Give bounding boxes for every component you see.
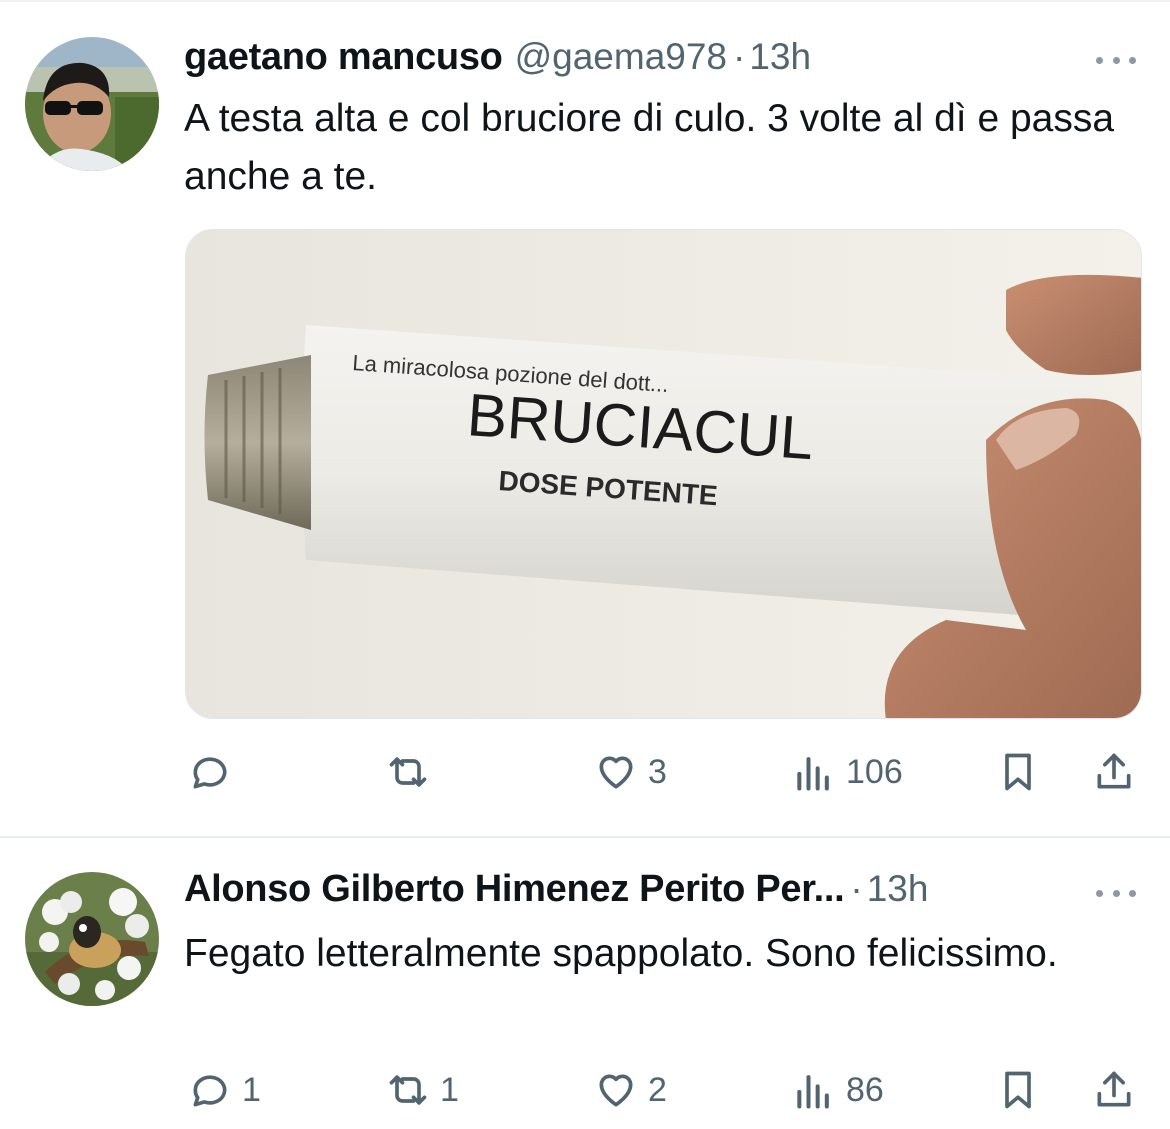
display-name[interactable]: gaetano mancuso — [184, 36, 503, 79]
reply-icon — [193, 757, 227, 789]
tweet-text: Fegato letteralmente spappolato. Sono fe… — [184, 932, 1058, 975]
repost-button[interactable] — [386, 742, 430, 802]
avatar[interactable] — [25, 872, 159, 1006]
tweet-header: Alonso Gilberto Himenez Perito Per... · … — [184, 868, 928, 918]
share-button[interactable] — [1092, 1060, 1136, 1120]
like-button[interactable]: 2 — [594, 1060, 667, 1120]
like-count: 2 — [648, 1070, 667, 1109]
share-icon — [1097, 1071, 1131, 1107]
like-count: 3 — [648, 752, 667, 791]
tweet[interactable]: gaetano mancuso @gaema978 · 13h A testa … — [0, 0, 1170, 836]
reply-button[interactable] — [188, 742, 232, 802]
avatar[interactable] — [25, 37, 159, 171]
reply-icon — [193, 1075, 227, 1107]
views-button[interactable]: 106 — [792, 742, 903, 802]
reply-count: 1 — [242, 1070, 261, 1109]
views-icon — [797, 1075, 829, 1109]
separator-dot: · — [850, 868, 863, 909]
views-icon — [797, 757, 829, 791]
repost-button[interactable]: 1 — [386, 1060, 459, 1120]
more-icon[interactable] — [1096, 52, 1136, 68]
repost-icon — [389, 1075, 427, 1105]
timestamp[interactable]: 13h — [749, 36, 811, 78]
separator-dot: · — [733, 36, 746, 77]
bookmark-button[interactable] — [996, 742, 1040, 802]
heart-icon — [599, 756, 633, 789]
view-count: 86 — [846, 1070, 884, 1109]
views-button[interactable]: 86 — [792, 1060, 884, 1120]
bookmark-button[interactable] — [996, 1060, 1040, 1120]
reply-button[interactable]: 1 — [188, 1060, 261, 1120]
timestamp[interactable]: 13h — [867, 868, 929, 910]
tweet[interactable]: Alonso Gilberto Himenez Perito Per... · … — [0, 838, 1170, 1129]
bookmark-icon — [1005, 1071, 1031, 1109]
tweet-actions: 1 1 2 86 — [0, 1060, 1170, 1120]
display-name[interactable]: Alonso Gilberto Himenez Perito Per... — [184, 868, 845, 911]
bookmark-icon — [1005, 753, 1031, 791]
share-button[interactable] — [1092, 742, 1136, 802]
like-button[interactable]: 3 — [594, 742, 667, 802]
more-icon[interactable] — [1096, 885, 1136, 901]
tweet-actions: 3 106 — [0, 742, 1170, 802]
repost-count: 1 — [440, 1070, 459, 1109]
tweet-image[interactable]: La miracolosa pozione del dott... BRUCIA… — [185, 229, 1142, 719]
share-icon — [1097, 753, 1131, 789]
heart-icon — [599, 1074, 633, 1107]
user-handle[interactable]: @gaema978 — [515, 36, 727, 78]
view-count: 106 — [846, 752, 903, 791]
tweet-text: A testa alta e col bruciore di culo. 3 v… — [184, 97, 1115, 198]
tweet-header: gaetano mancuso @gaema978 · 13h — [184, 36, 811, 86]
repost-icon — [389, 757, 427, 787]
